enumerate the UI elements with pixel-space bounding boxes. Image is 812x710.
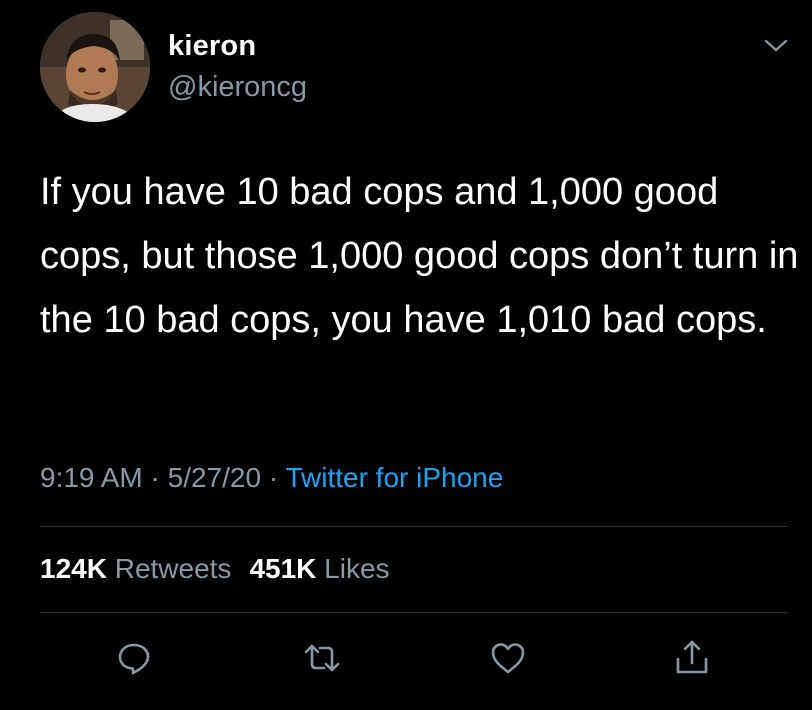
- meta-separator: ·: [150, 462, 160, 493]
- likes-count: 451K: [249, 553, 317, 584]
- tweet-meta: 9:19 AM · 5/27/20 · Twitter for iPhone: [40, 462, 503, 494]
- retweets-stat[interactable]: 124K Retweets: [40, 553, 231, 584]
- chevron-down-icon[interactable]: [762, 36, 790, 56]
- meta-separator: ·: [268, 462, 279, 493]
- avatar[interactable]: [40, 12, 150, 122]
- tweet-time: 9:19 AM: [40, 462, 143, 493]
- retweets-label: Retweets: [114, 553, 232, 584]
- divider: [40, 526, 788, 527]
- display-name[interactable]: kieron: [168, 30, 256, 63]
- reply-button[interactable]: [112, 636, 156, 680]
- likes-label: Likes: [324, 553, 390, 584]
- tweet-source-link[interactable]: Twitter for iPhone: [285, 462, 503, 493]
- tweet-card: kieron @kieroncg If you have 10 bad cops…: [0, 0, 812, 710]
- retweets-count: 124K: [40, 553, 107, 584]
- avatar-image: [40, 12, 150, 122]
- like-button[interactable]: [486, 636, 530, 680]
- share-icon: [676, 640, 708, 674]
- retweet-button[interactable]: [300, 636, 344, 680]
- heart-icon: [491, 643, 525, 674]
- likes-stat[interactable]: 451K Likes: [249, 553, 389, 584]
- share-button[interactable]: [670, 636, 714, 680]
- user-handle[interactable]: @kieroncg: [168, 71, 307, 104]
- tweet-text: If you have 10 bad cops and 1,000 good c…: [40, 171, 799, 341]
- reply-icon: [118, 643, 150, 675]
- tweet-date[interactable]: 5/27/20: [168, 462, 261, 493]
- retweet-icon: [304, 644, 340, 672]
- tweet-stats: 124K Retweets 451K Likes: [40, 553, 390, 585]
- divider: [40, 612, 788, 613]
